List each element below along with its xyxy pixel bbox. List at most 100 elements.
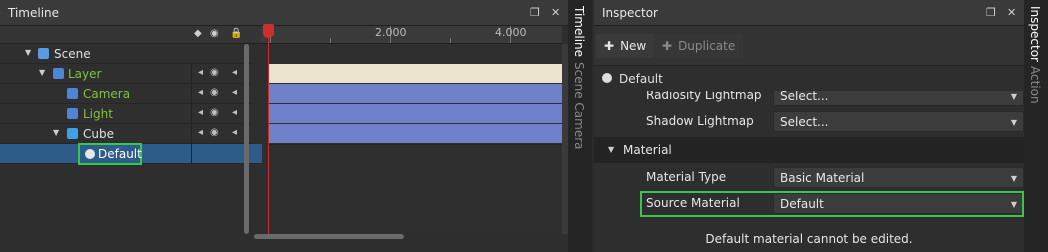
tree-row-camera[interactable]: Camera ◂ ◉ ◂ (0, 84, 253, 104)
timeline-horizontal-scrollbar[interactable] (254, 234, 404, 239)
new-button[interactable]: ✚ New (596, 34, 655, 58)
tree-label-layer: Layer (68, 67, 102, 81)
column-divider (191, 144, 192, 164)
maximize-icon[interactable]: ❐ (530, 6, 540, 19)
ruler-tick (330, 38, 331, 43)
collapse-arrow-icon[interactable]: ▼ (608, 145, 614, 154)
timeline-ruler[interactable]: 2.000 4.000 (262, 26, 562, 44)
inspector-toolbar: ✚ New ✚ Duplicate (594, 26, 1024, 66)
tree-label-scene: Scene (54, 47, 91, 61)
eye-icon[interactable]: ◉ (210, 107, 219, 118)
tab-inspector[interactable]: Inspector (1028, 6, 1042, 62)
lock-icon[interactable]: 🔒 (230, 28, 242, 39)
column-divider (191, 84, 192, 104)
lock-toggle-icon[interactable]: ◂ (232, 67, 237, 78)
chevron-down-icon: ▼ (1010, 174, 1017, 183)
playhead-line[interactable] (268, 26, 269, 236)
light-icon (67, 108, 78, 119)
expand-arrow-icon[interactable]: ▼ (39, 68, 45, 77)
select-value: Select... (780, 91, 829, 103)
plus-icon: ✚ (604, 39, 615, 53)
duplicate-button[interactable]: ✚ Duplicate (654, 34, 744, 58)
plus-icon: ✚ (662, 39, 673, 53)
tree-row-layer[interactable]: ▼ Layer ◂ ◉ ◂ (0, 64, 253, 84)
close-icon[interactable]: ✕ (1007, 6, 1016, 19)
track-cube[interactable] (269, 124, 562, 143)
shadow-lightmap-select[interactable]: Select... ▼ (773, 111, 1024, 132)
keyframe-icon[interactable]: ◂ (198, 107, 203, 118)
lock-toggle-icon[interactable]: ◂ (232, 87, 237, 98)
material-type-select[interactable]: Basic Material ▼ (773, 167, 1024, 188)
track-light[interactable] (269, 104, 562, 123)
tree-vertical-scrollbar[interactable] (244, 44, 249, 234)
lock-visibility-icon[interactable]: ◆ (194, 28, 202, 39)
expand-arrow-icon[interactable]: ▼ (25, 48, 31, 57)
chevron-down-icon: ▼ (1010, 92, 1017, 101)
timeline-header: Timeline ❐ ✕ (0, 0, 568, 26)
tree-row-light[interactable]: Light ◂ ◉ ◂ (0, 104, 253, 124)
prop-label: Material Type (646, 170, 727, 184)
prop-label: Shadow Lightmap (646, 114, 754, 128)
tree-label-camera: Camera (83, 87, 131, 101)
close-icon[interactable]: ✕ (551, 6, 560, 19)
timeline-panel: Timeline ❐ ✕ ◆ ◉ 🔒 ▼ Scene ▼ Layer ◂ ◉ ◂… (0, 0, 568, 252)
cube-icon (67, 128, 78, 139)
keyframe-icon[interactable]: ◂ (198, 67, 203, 78)
readonly-note: Default material cannot be edited. (705, 232, 913, 246)
select-value: Basic Material (780, 171, 865, 185)
camera-icon (67, 88, 78, 99)
tree-row-cube[interactable]: ▼ Cube ◂ ◉ ◂ (0, 124, 253, 144)
layer-icon (53, 68, 64, 79)
tree-label-light: Light (83, 107, 113, 121)
material-icon (85, 149, 95, 159)
section-label: Material (623, 143, 672, 157)
left-side-tabs: Timeline Scene Camera (568, 0, 592, 252)
eye-icon[interactable]: ◉ (210, 67, 219, 78)
prop-row-radiosity-lightmap: Radiosity Lightmap Select... ▼ (594, 91, 1024, 109)
maximize-icon[interactable]: ❐ (986, 6, 996, 19)
inspector-title: Inspector (602, 6, 658, 20)
prop-label: Radiosity Lightmap (646, 91, 762, 102)
keyframe-icon[interactable]: ◂ (198, 127, 203, 138)
timeline-title: Timeline (8, 6, 60, 20)
inspector-item-name: Default (619, 72, 663, 86)
tab-timeline[interactable]: Timeline (572, 6, 586, 57)
select-value: Select... (780, 115, 829, 129)
ruler-tick (450, 38, 451, 43)
scene-icon (38, 48, 49, 59)
tree-row-scene[interactable]: ▼ Scene (0, 44, 253, 64)
column-divider (191, 104, 192, 124)
playhead-handle[interactable] (263, 24, 274, 38)
prop-row-material-type: Material Type Basic Material ▼ (594, 165, 1024, 191)
eye-icon[interactable]: ◉ (210, 87, 219, 98)
timeline-tree-toolbar: ◆ ◉ 🔒 (0, 26, 262, 44)
new-button-label: New (620, 39, 647, 53)
material-icon (602, 73, 612, 83)
track-default[interactable] (269, 144, 562, 163)
column-divider (191, 124, 192, 144)
lock-toggle-icon[interactable]: ◂ (232, 127, 237, 138)
eye-icon[interactable]: ◉ (210, 127, 219, 138)
ruler-label: 2.000 (375, 26, 407, 39)
lock-toggle-icon[interactable]: ◂ (232, 107, 237, 118)
inspector-item-header: Default (594, 67, 1024, 91)
duplicate-button-label: Duplicate (678, 39, 736, 53)
tree-label-cube: Cube (83, 127, 114, 141)
eye-icon[interactable]: ◉ (210, 28, 219, 39)
chevron-down-icon: ▼ (1010, 118, 1017, 127)
inspector-panel: Inspector ❐ ✕ ✚ New ✚ Duplicate Default … (594, 0, 1024, 252)
tab-scene-camera[interactable]: Scene Camera (572, 62, 586, 150)
keyframe-icon[interactable]: ◂ (198, 87, 203, 98)
tree-label-default: Default (98, 147, 142, 161)
radiosity-lightmap-select[interactable]: Select... ▼ (773, 91, 1024, 106)
right-side-tabs: Inspector Action (1024, 0, 1048, 252)
column-divider (191, 64, 192, 84)
inspector-header: Inspector ❐ ✕ (594, 0, 1024, 26)
track-area[interactable] (269, 44, 562, 234)
tab-action[interactable]: Action (1028, 66, 1042, 104)
track-camera[interactable] (269, 84, 562, 103)
prop-row-shadow-lightmap: Shadow Lightmap Select... ▼ (594, 109, 1024, 135)
expand-arrow-icon[interactable]: ▼ (53, 128, 59, 137)
material-section-header[interactable]: ▼ Material (594, 137, 1024, 163)
track-layer[interactable] (269, 64, 562, 83)
